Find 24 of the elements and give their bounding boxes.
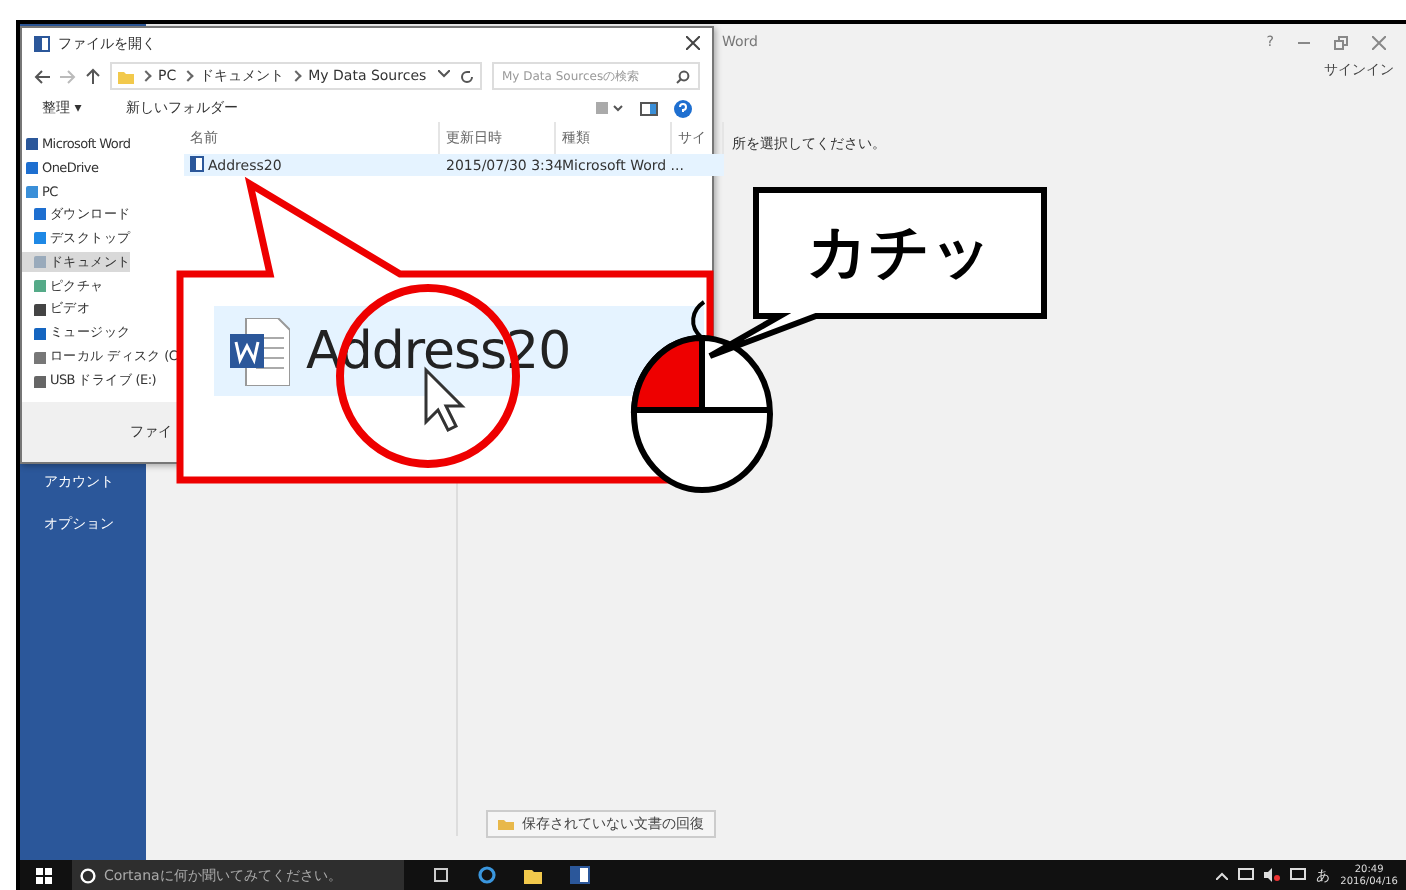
up-arrow-icon[interactable] xyxy=(86,68,100,84)
folder-icon[interactable] xyxy=(524,867,542,883)
minimize-icon[interactable] xyxy=(1298,41,1310,43)
preview-pane-icon[interactable] xyxy=(640,101,658,115)
task-view-icon[interactable] xyxy=(432,868,450,882)
help-icon[interactable] xyxy=(674,99,692,117)
back-arrow-icon[interactable] xyxy=(34,69,50,83)
refresh-icon[interactable] xyxy=(460,69,474,83)
close-icon[interactable] xyxy=(686,36,700,50)
chevron-icon xyxy=(140,70,152,82)
browser-icon[interactable] xyxy=(478,866,496,884)
speaker-icon[interactable] xyxy=(1264,868,1281,882)
caret-icon[interactable] xyxy=(438,69,450,77)
folder-icon xyxy=(118,69,134,83)
restore-icon[interactable] xyxy=(1334,35,1348,49)
document-app-icon[interactable] xyxy=(570,866,590,884)
chevron-icon xyxy=(182,70,194,82)
search-icon xyxy=(676,69,690,83)
windows-logo-icon[interactable] xyxy=(36,867,52,883)
sound-effect-text: カチッ xyxy=(807,219,993,287)
folder-icon xyxy=(498,818,514,830)
circle-icon xyxy=(80,867,96,883)
chevron-icon xyxy=(290,70,302,82)
view-options-icon[interactable] xyxy=(596,102,624,114)
